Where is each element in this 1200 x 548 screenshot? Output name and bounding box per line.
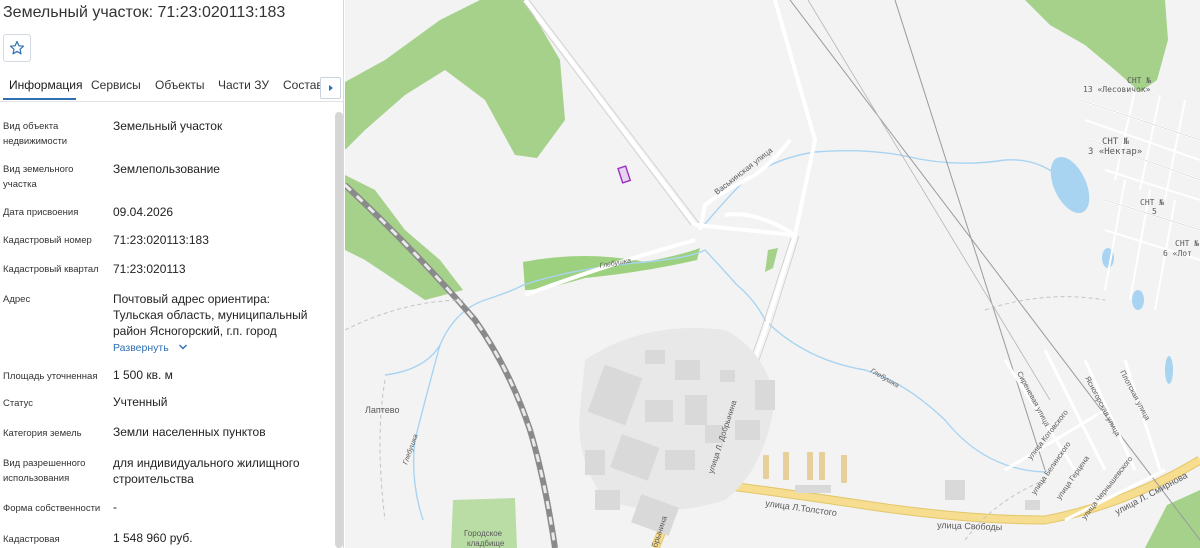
- field-value: 09.04.2026: [113, 205, 174, 219]
- field-label: Дата присвоения: [3, 207, 79, 218]
- map-label: Васькинская улица: [713, 145, 775, 196]
- field-label: Кадастровый квартал: [3, 264, 99, 275]
- field-value: 1 500 кв. м: [113, 368, 173, 382]
- map-label: Сиреневая улица: [1015, 370, 1052, 429]
- field-label: Форма собственности: [3, 503, 101, 514]
- field-value: 71:23:020113:183: [113, 233, 209, 247]
- map-label: СНТ №: [1102, 137, 1130, 147]
- cadastral-parcel: [617, 165, 632, 184]
- map-label: Лаптево: [365, 405, 400, 415]
- map-label: Городское: [464, 529, 503, 538]
- favorite-button[interactable]: [3, 34, 31, 62]
- panel-scrollbar[interactable]: [335, 112, 343, 548]
- map-label: Плотская улица: [1118, 369, 1152, 423]
- field-label: Статус: [3, 398, 34, 409]
- tab-objects[interactable]: Объекты: [155, 78, 205, 92]
- tab-parts[interactable]: Части ЗУ: [218, 78, 269, 92]
- map-label: 13 «Лесовичок»: [1083, 85, 1151, 94]
- field-label: Вид объекта недвижимости: [3, 121, 68, 147]
- pond: [1165, 356, 1173, 384]
- info-panel: Земельный участок: 71:23:020113:183 Инфо…: [0, 0, 344, 548]
- page-title: Земельный участок: 71:23:020113:183: [3, 4, 286, 21]
- forest-area: [1145, 490, 1200, 548]
- pond: [1132, 290, 1144, 310]
- map-label: кладбище: [467, 539, 505, 548]
- forest-area: [345, 0, 565, 158]
- map-label: 3 «Нектар»: [1088, 147, 1142, 157]
- map-label: 5: [1152, 207, 1157, 216]
- field-label: Категория земель: [3, 428, 82, 439]
- building-group: [795, 480, 1040, 510]
- field-label: Кадастровая: [3, 534, 60, 545]
- field-value: Землепользование: [113, 162, 220, 176]
- field-value: для индивидуального жилищного строительс…: [113, 456, 300, 486]
- field-label: Адрес: [3, 294, 31, 305]
- power-line: [894, 0, 1046, 471]
- field-value: Учтенный: [113, 395, 168, 409]
- field-value: 71:23:020113: [113, 262, 186, 276]
- field-value: 1 548 960 руб.: [113, 531, 193, 545]
- map-label: СНТ №: [1127, 76, 1151, 85]
- tabs-next-button[interactable]: [320, 77, 341, 99]
- field-label: Кадастровый номер: [3, 235, 92, 246]
- tab-composition[interactable]: Состав: [283, 78, 323, 92]
- forest-area: [523, 248, 700, 290]
- expand-label: Развернуть: [113, 342, 169, 354]
- building-group: [763, 452, 847, 483]
- field-value: Земли населенных пунктов: [113, 425, 266, 439]
- tab-services[interactable]: Сервисы: [91, 78, 141, 92]
- power-line: [807, 0, 1051, 401]
- field-value: -: [113, 500, 117, 514]
- tab-information[interactable]: Информация: [9, 78, 82, 92]
- map-label: Глебушка: [869, 367, 900, 390]
- triangle-right-icon: [328, 85, 333, 91]
- forest-area: [765, 248, 778, 272]
- field-label: Вид разрешенного использования: [3, 458, 86, 484]
- map-label: Глебушка: [401, 433, 419, 466]
- map-canvas[interactable]: СНТ № 13 «Лесовичок» СНТ № 3 «Нектар» СН…: [345, 0, 1200, 548]
- chevron-down-icon: [178, 344, 187, 350]
- active-tab-indicator: [3, 98, 76, 100]
- field-label: Площадь уточненная: [3, 371, 98, 382]
- star-icon: [9, 40, 25, 55]
- field-label: Вид земельного участка: [3, 164, 74, 190]
- map-label: СНТ №: [1140, 198, 1164, 207]
- address-value: Почтовый адрес ориентира: Тульская облас…: [113, 292, 308, 338]
- stream: [412, 344, 441, 521]
- map-label: СНТ №: [1175, 239, 1199, 248]
- tab-bar: Информация Сервисы Объекты Части ЗУ Сост…: [0, 74, 343, 102]
- forest-area: [345, 175, 463, 300]
- map-label: улица Свободы: [937, 520, 1002, 532]
- field-value: Земельный участок: [113, 119, 223, 133]
- map-view[interactable]: СНТ № 13 «Лесовичок» СНТ № 3 «Нектар» СН…: [345, 0, 1200, 548]
- map-label: Ясногорская улица: [1083, 375, 1123, 439]
- map-label: 6 «Лот: [1163, 249, 1192, 258]
- pond: [1050, 156, 1090, 214]
- expand-link[interactable]: Развернуть: [113, 342, 188, 354]
